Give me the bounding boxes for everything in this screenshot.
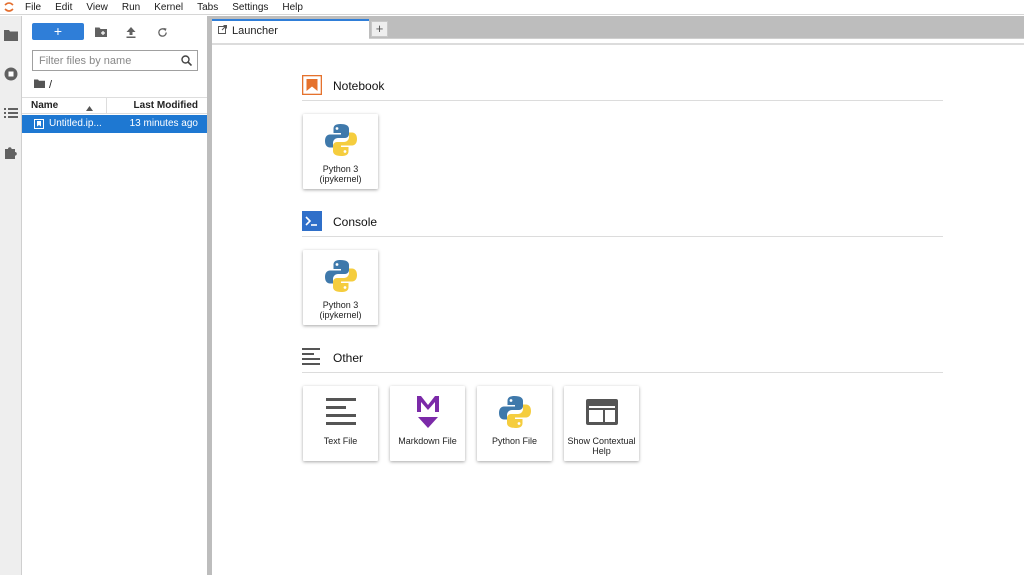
new-launcher-button[interactable]: + <box>32 23 84 40</box>
python-logo-icon <box>303 120 378 160</box>
card-label: Text File <box>323 436 358 446</box>
home-folder-icon[interactable] <box>34 79 45 91</box>
menu-bar: File Edit View Run Kernel Tabs Settings … <box>0 0 1024 15</box>
launcher-tab-icon <box>218 24 227 37</box>
new-tab-button[interactable]: + <box>371 21 388 37</box>
menu-tabs[interactable]: Tabs <box>190 0 225 15</box>
breadcrumb: / <box>34 78 52 92</box>
refresh-icon[interactable] <box>155 25 169 39</box>
python-file-card[interactable]: Python File <box>477 386 552 461</box>
tab-bar: Launcher + <box>212 16 1024 40</box>
card-label: Markdown File <box>398 436 457 446</box>
launcher-panel: Notebook Python 3 (ipykernel) Console Py… <box>212 45 1024 575</box>
other-section-header: Other <box>302 347 943 373</box>
markdown-icon <box>390 392 465 432</box>
console-python3-card[interactable]: Python 3 (ipykernel) <box>303 250 378 325</box>
card-label: Python 3 (ipykernel) <box>319 164 362 184</box>
file-browser-toolbar: + <box>22 16 207 46</box>
jupyter-logo-icon <box>0 0 18 15</box>
python-logo-icon <box>303 256 378 296</box>
sort-ascending-icon <box>86 103 93 114</box>
menu-run[interactable]: Run <box>115 0 147 15</box>
running-sessions-icon[interactable] <box>3 66 19 82</box>
folder-icon[interactable] <box>3 27 19 43</box>
tab-launcher[interactable]: Launcher <box>212 19 369 40</box>
notebook-section-title: Notebook <box>333 79 385 93</box>
card-label: Python 3 (ipykernel) <box>319 300 362 320</box>
file-browser-panel: + / Name Last Modified Untitled. <box>22 16 207 575</box>
console-section-title: Console <box>333 215 378 229</box>
file-filter-input[interactable] <box>33 51 173 70</box>
search-icon <box>181 55 193 69</box>
menu-edit[interactable]: Edit <box>48 0 79 15</box>
breadcrumb-root[interactable]: / <box>49 79 52 91</box>
file-name: Untitled.ip... <box>49 118 102 129</box>
menu-settings[interactable]: Settings <box>225 0 275 15</box>
contextual-help-card[interactable]: Show Contextual Help <box>564 386 639 461</box>
console-section-header: Console <box>302 211 943 237</box>
menu-view[interactable]: View <box>79 0 115 15</box>
card-label: Python File <box>491 436 538 446</box>
new-folder-icon[interactable] <box>94 25 108 39</box>
card-label: Show Contextual Help <box>567 436 636 456</box>
other-section-icon <box>302 347 322 367</box>
file-filter-field[interactable] <box>32 50 198 71</box>
other-section-title: Other <box>333 351 364 365</box>
text-file-card[interactable]: Text File <box>303 386 378 461</box>
menu-file[interactable]: File <box>18 0 48 15</box>
file-modified: 13 minutes ago <box>129 118 198 129</box>
extension-puzzle-icon[interactable] <box>3 144 19 160</box>
python-logo-icon <box>477 392 552 432</box>
file-row-selected[interactable]: Untitled.ip... 13 minutes ago <box>22 115 207 133</box>
menu-help[interactable]: Help <box>275 0 310 15</box>
notebook-python3-card[interactable]: Python 3 (ipykernel) <box>303 114 378 189</box>
console-section-icon <box>302 211 322 231</box>
notebook-file-icon <box>34 119 44 132</box>
notebook-section-icon <box>302 75 322 95</box>
menu-kernel[interactable]: Kernel <box>147 0 190 15</box>
contextual-help-icon <box>564 392 639 432</box>
left-activity-bar <box>0 16 22 575</box>
upload-icon[interactable] <box>124 25 138 39</box>
markdown-file-card[interactable]: Markdown File <box>390 386 465 461</box>
text-file-icon <box>303 392 378 432</box>
file-listing-header: Name Last Modified <box>22 97 207 114</box>
notebook-section-header: Notebook <box>302 75 943 101</box>
tab-label: Launcher <box>232 24 278 37</box>
modified-column-header[interactable]: Last Modified <box>106 98 207 113</box>
table-of-contents-icon[interactable] <box>3 105 19 121</box>
